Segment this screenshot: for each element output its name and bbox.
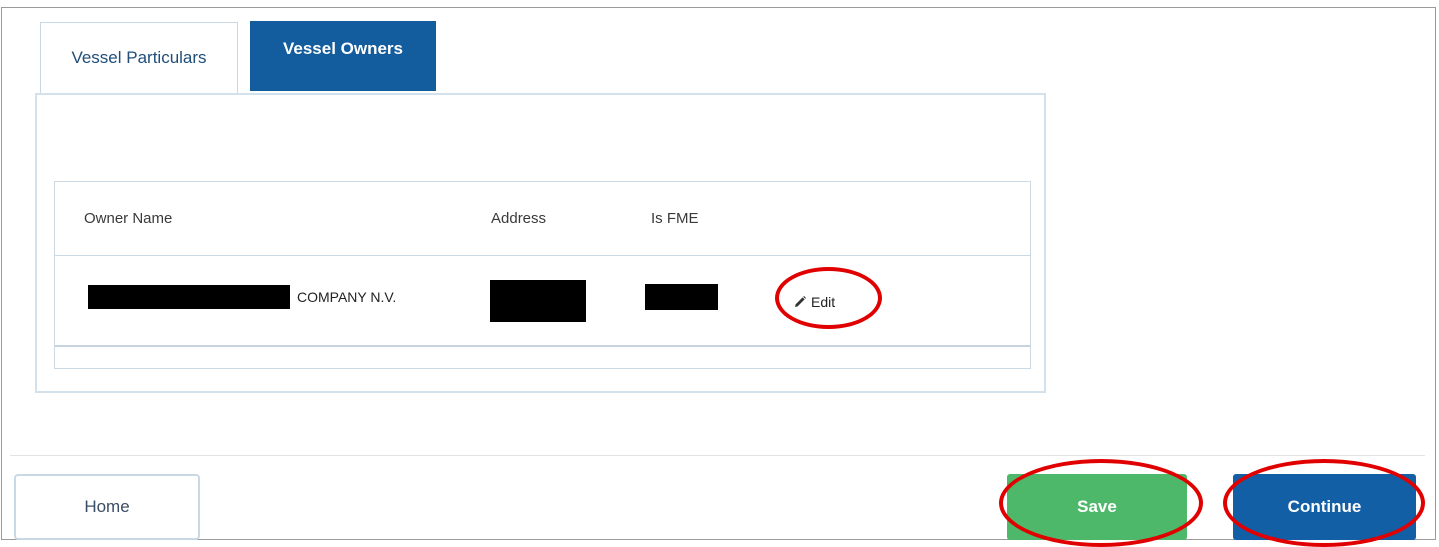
table-header: Owner Name Address Is FME [55, 182, 1030, 256]
continue-button[interactable]: Continue [1233, 474, 1416, 540]
table-row: COMPANY N.V. Edit [55, 256, 1030, 347]
owner-name-cell: COMPANY N.V. [297, 289, 397, 305]
tab-vessel-particulars[interactable]: Vessel Particulars [40, 22, 238, 93]
tab-label: Vessel Particulars [71, 48, 207, 67]
continue-button-label: Continue [1287, 497, 1362, 516]
home-button-label: Home [84, 497, 130, 516]
edit-label: Edit [811, 294, 836, 310]
column-header-owner-name: Owner Name [84, 210, 173, 227]
owners-table: Owner Name Address Is FME COMPANY N.V. E… [54, 181, 1031, 369]
pencil-icon [793, 295, 807, 309]
column-header-is-fme: Is FME [651, 210, 699, 227]
save-button[interactable]: Save [1007, 474, 1187, 540]
column-header-address: Address [491, 210, 547, 227]
home-button[interactable]: Home [14, 474, 200, 540]
tab-vessel-owners[interactable]: Vessel Owners [250, 21, 436, 91]
edit-button[interactable]: Edit [793, 294, 835, 310]
redacted-owner-name [88, 285, 290, 309]
redacted-address [490, 280, 586, 322]
redacted-is-fme [645, 284, 718, 310]
save-button-label: Save [1077, 497, 1117, 516]
footer-divider [10, 455, 1425, 456]
tab-label: Vessel Owners [282, 39, 404, 58]
